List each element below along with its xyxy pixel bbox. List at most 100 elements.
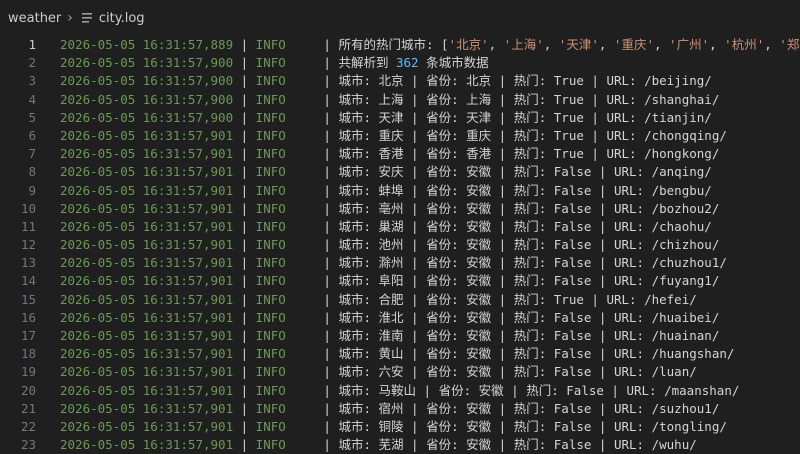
log-level: INFO (255, 273, 286, 289)
log-entry: 2026-05-05 16:31:57,901 | INFO | 城市: 蚌埠 … (60, 182, 712, 198)
code-line[interactable]: 23 2026-05-05 16:31:57,901 | INFO | 城市: 芜… (0, 436, 800, 454)
log-message: 城市: 阜阳 | 省份: 安徽 | 热门: False | URL: /fuya… (338, 273, 720, 289)
log-entry: 2026-05-05 16:31:57,900 | INFO | 城市: 北京 … (60, 73, 712, 89)
line-number: 22 (20, 418, 36, 434)
log-timestamp: 2026-05-05 16:31:57,901 (60, 382, 234, 398)
line-number: 21 (20, 400, 36, 416)
code-line[interactable]: 20 2026-05-05 16:31:57,901 | INFO | 城市: 马… (0, 382, 800, 400)
log-timestamp: 2026-05-05 16:31:57,901 (60, 255, 234, 271)
code-line[interactable]: 5 2026-05-05 16:31:57,900 | INFO | 城市: 天津… (0, 109, 800, 127)
breadcrumb-file[interactable]: city.log (99, 11, 145, 26)
code-line[interactable]: 21 2026-05-05 16:31:57,901 | INFO | 城市: 宿… (0, 400, 800, 418)
code-line[interactable]: 13 2026-05-05 16:31:57,901 | INFO | 城市: 滁… (0, 254, 800, 272)
line-number: 16 (20, 309, 36, 325)
log-entry: 2026-05-05 16:31:57,901 | INFO | 城市: 重庆 … (60, 127, 727, 143)
line-number: 17 (20, 328, 36, 343)
code-line[interactable]: 22 2026-05-05 16:31:57,901 | INFO | 城市: 铜… (0, 418, 800, 436)
log-timestamp: 2026-05-05 16:31:57,900 (60, 73, 234, 89)
log-message: 城市: 合肥 | 省份: 安徽 | 热门: True | URL: /hefei… (338, 291, 697, 307)
city-count: 362 (396, 55, 419, 71)
city-string: '广州' (669, 37, 710, 52)
log-level: INFO (255, 91, 286, 107)
code-line[interactable]: 19 2026-05-05 16:31:57,901 | INFO | 城市: 六… (0, 363, 800, 381)
editor-text-area[interactable]: 1 2026-05-05 16:31:57,889 | INFO | 所有的热门城… (0, 36, 800, 454)
log-entry: 2026-05-05 16:31:57,900 | INFO | 共解析到 36… (60, 55, 489, 71)
log-timestamp: 2026-05-05 16:31:57,901 (60, 309, 234, 325)
log-message: 城市: 蚌埠 | 省份: 安徽 | 热门: False | URL: /beng… (338, 182, 712, 198)
line-number: 4 (28, 91, 36, 107)
log-entry: 2026-05-05 16:31:57,901 | INFO | 城市: 铜陵 … (60, 418, 727, 434)
log-entry: 2026-05-05 16:31:57,889 | INFO | 所有的热门城市… (36, 36, 800, 54)
log-message: 城市: 北京 | 省份: 北京 | 热门: True | URL: /beiji… (338, 73, 712, 89)
log-timestamp: 2026-05-05 16:31:57,901 (60, 346, 234, 362)
code-line[interactable]: 16 2026-05-05 16:31:57,901 | INFO | 城市: 淮… (0, 309, 800, 327)
log-timestamp: 2026-05-05 16:31:57,901 (60, 328, 234, 343)
line-number: 3 (28, 73, 36, 89)
log-message: 城市: 铜陵 | 省份: 安徽 | 热门: False | URL: /tong… (338, 418, 727, 434)
log-entry: 2026-05-05 16:31:57,901 | INFO | 城市: 淮南 … (60, 328, 720, 343)
log-message: 城市: 芜湖 | 省份: 安徽 | 热门: False | URL: /wuhu… (338, 437, 697, 453)
line-number: 15 (20, 291, 36, 307)
file-lines-icon (81, 13, 92, 23)
log-entry: 2026-05-05 16:31:57,901 | INFO | 城市: 池州 … (60, 237, 720, 253)
line-number: 20 (20, 382, 36, 398)
code-line[interactable]: 14 2026-05-05 16:31:57,901 | INFO | 城市: 阜… (0, 272, 800, 290)
log-timestamp: 2026-05-05 16:31:57,901 (60, 364, 234, 380)
code-line[interactable]: 7 2026-05-05 16:31:57,901 | INFO | 城市: 香港… (0, 145, 800, 163)
line-number: 9 (28, 182, 36, 198)
log-message: 城市: 安庆 | 省份: 安徽 | 热门: False | URL: /anqi… (338, 164, 712, 180)
log-entry: 2026-05-05 16:31:57,901 | INFO | 城市: 阜阳 … (60, 273, 720, 289)
city-string: '天津' (558, 37, 599, 52)
code-line[interactable]: 9 2026-05-05 16:31:57,901 | INFO | 城市: 蚌埠… (0, 182, 800, 200)
log-level: INFO (255, 218, 286, 234)
log-entry: 2026-05-05 16:31:57,901 | INFO | 城市: 巢湖 … (60, 218, 712, 234)
log-timestamp: 2026-05-05 16:31:57,901 (60, 127, 234, 143)
log-entry: 2026-05-05 16:31:57,901 | INFO | 城市: 黄山 … (60, 346, 735, 362)
log-timestamp: 2026-05-05 16:31:57,901 (60, 237, 234, 253)
log-level: INFO (255, 400, 286, 416)
log-level: INFO (255, 164, 286, 180)
log-timestamp: 2026-05-05 16:31:57,889 (60, 37, 234, 52)
code-line[interactable]: 17 2026-05-05 16:31:57,901 | INFO | 城市: 淮… (0, 327, 800, 345)
log-timestamp: 2026-05-05 16:31:57,900 (60, 91, 234, 107)
code-line[interactable]: 4 2026-05-05 16:31:57,900 | INFO | 城市: 上海… (0, 91, 800, 109)
chevron-right-icon: › (67, 10, 73, 26)
breadcrumb: weather › city.log (0, 0, 800, 36)
code-line[interactable]: 1 2026-05-05 16:31:57,889 | INFO | 所有的热门城… (0, 36, 800, 54)
code-line[interactable]: 6 2026-05-05 16:31:57,901 | INFO | 城市: 重庆… (0, 127, 800, 145)
log-level: INFO (255, 109, 286, 125)
line-number: 10 (20, 200, 36, 216)
code-line[interactable]: 18 2026-05-05 16:31:57,901 | INFO | 城市: 黄… (0, 345, 800, 363)
log-level: INFO (255, 346, 286, 362)
log-message: 城市: 淮北 | 省份: 安徽 | 热门: False | URL: /huai… (338, 309, 720, 325)
log-level: INFO (255, 237, 286, 253)
log-message: 共解析到 (338, 55, 396, 71)
breadcrumb-folder[interactable]: weather (8, 11, 61, 26)
log-entry: 2026-05-05 16:31:57,901 | INFO | 城市: 滁州 … (60, 255, 727, 271)
log-level: INFO (255, 364, 286, 380)
log-message: 城市: 宿州 | 省份: 安徽 | 热门: False | URL: /suzh… (338, 400, 720, 416)
log-level: INFO (255, 73, 286, 89)
code-line[interactable]: 8 2026-05-05 16:31:57,901 | INFO | 城市: 安庆… (0, 163, 800, 181)
code-line[interactable]: 2 2026-05-05 16:31:57,900 | INFO | 共解析到 3… (0, 54, 800, 72)
log-level: INFO (255, 418, 286, 434)
log-timestamp: 2026-05-05 16:31:57,901 (60, 437, 234, 453)
log-entry: 2026-05-05 16:31:57,900 | INFO | 城市: 天津 … (60, 109, 712, 125)
code-line[interactable]: 11 2026-05-05 16:31:57,901 | INFO | 城市: 巢… (0, 218, 800, 236)
code-line[interactable]: 10 2026-05-05 16:31:57,901 | INFO | 城市: 亳… (0, 200, 800, 218)
line-number: 5 (28, 109, 36, 125)
line-number: 23 (20, 437, 36, 453)
code-line[interactable]: 15 2026-05-05 16:31:57,901 | INFO | 城市: 合… (0, 291, 800, 309)
log-level: INFO (255, 200, 286, 216)
code-line[interactable]: 12 2026-05-05 16:31:57,901 | INFO | 城市: 池… (0, 236, 800, 254)
city-string: '重庆' (613, 37, 654, 52)
log-timestamp: 2026-05-05 16:31:57,901 (60, 218, 234, 234)
code-line[interactable]: 3 2026-05-05 16:31:57,900 | INFO | 城市: 北京… (0, 72, 800, 90)
log-entry: 2026-05-05 16:31:57,901 | INFO | 城市: 合肥 … (60, 291, 697, 307)
log-level: INFO (255, 309, 286, 325)
line-number: 19 (20, 364, 36, 380)
log-message: 城市: 六安 | 省份: 安徽 | 热门: False | URL: /luan… (338, 364, 697, 380)
log-level: INFO (255, 255, 286, 271)
log-message-suffix: 条城市数据 (418, 55, 489, 71)
log-message: 城市: 滁州 | 省份: 安徽 | 热门: False | URL: /chuz… (338, 255, 727, 271)
